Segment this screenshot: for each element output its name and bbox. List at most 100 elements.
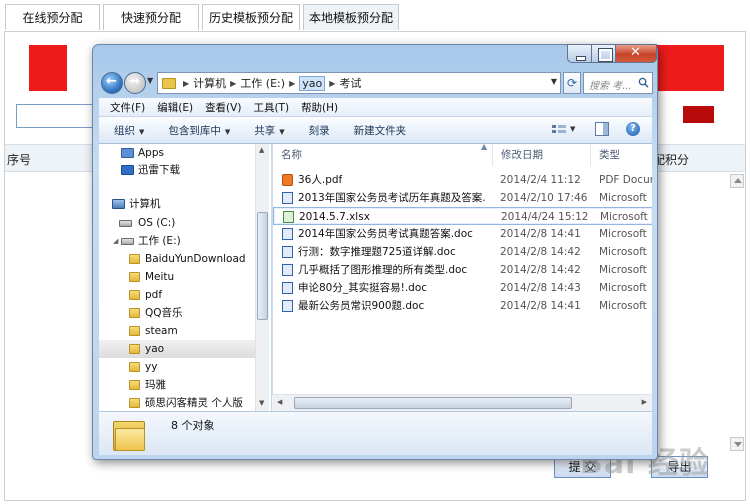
organize-button[interactable]: 组织 ▼ xyxy=(114,123,144,138)
nav-item-yy[interactable]: yy xyxy=(99,358,255,376)
breadcrumb-separator-icon[interactable]: ▶ xyxy=(289,79,295,88)
word-file-icon xyxy=(282,300,293,312)
include-in-library-button[interactable]: 包含到库中 ▼ xyxy=(168,123,230,138)
tab-online-allocation[interactable]: 在线预分配 xyxy=(5,4,100,30)
search-icon[interactable] xyxy=(638,77,649,88)
share-button[interactable]: 共享 ▼ xyxy=(254,123,284,138)
scroll-down-icon[interactable]: ▼ xyxy=(259,399,264,407)
file-row[interactable]: 2014年国家公务员考试真题答案.doc 2014/2/8 14:41 Micr… xyxy=(273,225,652,243)
pdf-file-icon xyxy=(282,174,293,186)
file-name: 36人.pdf xyxy=(298,174,343,186)
address-bar[interactable]: ▶ 计算机 ▶ 工作 (E:) ▶ yao ▶ 考试 ▼ xyxy=(157,72,561,94)
scroll-left-icon[interactable]: ◀ xyxy=(277,398,282,406)
nav-item-label: Apps xyxy=(138,147,164,159)
address-dropdown-icon[interactable]: ▼ xyxy=(551,77,557,86)
file-date: 2014/4/24 15:12 xyxy=(501,211,589,223)
menu-tools[interactable]: 工具(T) xyxy=(253,100,289,115)
nav-item-label: yao xyxy=(145,343,165,355)
dark-red-button[interactable] xyxy=(683,106,714,123)
share-label: 共享 xyxy=(254,124,276,137)
close-icon[interactable] xyxy=(615,44,657,63)
breadcrumb-separator-icon[interactable]: ▶ xyxy=(183,79,189,88)
word-file-icon xyxy=(282,246,293,258)
include-in-library-label: 包含到库中 xyxy=(168,124,221,137)
nav-item-steam[interactable]: steam xyxy=(99,322,255,340)
xunlei-icon xyxy=(121,165,134,175)
tab-quick-allocation[interactable]: 快速预分配 xyxy=(103,4,199,30)
search-input[interactable]: 搜索 考... xyxy=(583,72,653,94)
file-name: 2013年国家公务员考试历年真题及答案... xyxy=(298,192,486,204)
file-row[interactable]: 最新公务员常识900题.doc 2014/2/8 14:41 Microsoft xyxy=(273,297,652,315)
help-icon[interactable]: ? xyxy=(626,122,640,136)
nav-item-apps[interactable]: Apps xyxy=(99,144,255,162)
column-header-type[interactable]: 类型 xyxy=(591,144,652,166)
folder-icon xyxy=(129,308,140,318)
page-scroll-up-icon[interactable] xyxy=(730,174,744,188)
view-dropdown-icon[interactable]: ▼ xyxy=(570,125,575,133)
folder-front-shape xyxy=(115,428,145,451)
nav-item-label: Meitu xyxy=(145,271,175,283)
back-arrow-icon[interactable] xyxy=(101,72,123,94)
scroll-right-icon[interactable]: ▶ xyxy=(642,398,647,406)
nav-item-baiduyundownload[interactable]: BaiduYunDownload xyxy=(99,250,255,268)
nav-item-drive-c[interactable]: OS (C:) xyxy=(99,214,255,232)
file-name: 几乎概括了图形推理的所有类型.doc xyxy=(298,264,468,276)
breadcrumb-exam[interactable]: 考试 xyxy=(339,75,361,91)
breadcrumb-separator-icon[interactable]: ▶ xyxy=(329,79,335,88)
page-text-input[interactable] xyxy=(16,104,96,128)
nav-item-drive-e[interactable]: ◢ 工作 (E:) xyxy=(99,232,255,250)
breadcrumb-computer[interactable]: 计算机 xyxy=(193,75,226,91)
nav-item-label: 计算机 xyxy=(129,198,161,210)
menu-view[interactable]: 查看(V) xyxy=(205,100,241,115)
tab-history-template-allocation[interactable]: 历史模板预分配 xyxy=(202,4,300,30)
column-header-date[interactable]: 修改日期 xyxy=(493,144,591,166)
file-row[interactable]: 几乎概括了图形推理的所有类型.doc 2014/2/8 14:42 Micros… xyxy=(273,261,652,279)
column-header-score: 配积分 xyxy=(653,153,690,167)
file-row[interactable]: 行测：数字推理题725道详解.doc 2014/2/8 14:42 Micros… xyxy=(273,243,652,261)
minimize-icon[interactable] xyxy=(567,44,592,63)
forward-arrow-icon[interactable] xyxy=(124,72,146,94)
nav-item-sothink[interactable]: 硕思闪客精灵 个人版 xyxy=(99,394,255,411)
maximize-icon[interactable] xyxy=(591,44,616,63)
nav-item-xunlei-download[interactable]: 迅雷下载 xyxy=(99,161,255,179)
nav-item-pdf[interactable]: pdf xyxy=(99,286,255,304)
burn-button[interactable]: 刻录 xyxy=(309,123,330,138)
navigation-scrollbar-thumb[interactable] xyxy=(257,212,268,320)
folder-icon xyxy=(129,326,140,336)
menu-edit[interactable]: 编辑(E) xyxy=(157,100,193,115)
file-type: Microsoft xyxy=(599,228,647,240)
nav-item-qq-music[interactable]: QQ音乐 xyxy=(99,304,255,322)
preview-pane-icon[interactable] xyxy=(595,122,609,136)
new-folder-button[interactable]: 新建文件夹 xyxy=(354,123,407,138)
file-row[interactable]: 申论80分_其实挺容易!.doc 2014/2/8 14:43 Microsof… xyxy=(273,279,652,297)
page-scroll-down-icon[interactable] xyxy=(730,437,744,451)
nav-item-maya[interactable]: 玛雅 xyxy=(99,376,255,394)
file-row[interactable]: 2013年国家公务员考试历年真题及答案... 2014/2/10 17:46 M… xyxy=(273,189,652,207)
scroll-up-icon[interactable]: ▲ xyxy=(259,146,264,154)
history-dropdown-icon[interactable]: ▼ xyxy=(147,76,157,90)
word-file-icon xyxy=(282,192,293,204)
chevron-down-icon: ▼ xyxy=(139,127,145,136)
menu-file[interactable]: 文件(F) xyxy=(110,100,145,115)
tab-local-template-allocation[interactable]: 本地模板预分配 xyxy=(303,4,399,30)
file-list-horizontal-scrollbar[interactable]: ◀ ▶ xyxy=(272,394,652,411)
file-row-selected[interactable]: 2014.5.7.xlsx 2014/4/24 15:12 Microsoft xyxy=(273,207,652,225)
folder-icon xyxy=(129,398,140,408)
refresh-icon[interactable]: ⟳ xyxy=(563,72,581,94)
nav-item-computer[interactable]: 计算机 xyxy=(99,195,255,213)
breadcrumb-yao[interactable]: yao xyxy=(299,75,326,91)
view-options-icon[interactable] xyxy=(551,123,567,137)
nav-item-yao[interactable]: yao xyxy=(99,340,255,358)
expanded-arrow-icon[interactable]: ◢ xyxy=(113,232,118,250)
file-row[interactable]: 36人.pdf 2014/2/4 11:12 PDF Docum xyxy=(273,171,652,189)
column-header-name[interactable]: 名称 xyxy=(273,144,493,166)
drive-icon xyxy=(121,238,134,245)
nav-item-meitu[interactable]: Meitu xyxy=(99,268,255,286)
horizontal-scrollbar-thumb[interactable] xyxy=(294,397,572,409)
breadcrumb-drive-e[interactable]: 工作 (E:) xyxy=(240,75,285,91)
breadcrumb-separator-icon[interactable]: ▶ xyxy=(230,79,236,88)
navigation-scrollbar[interactable]: ▲ ▼ xyxy=(255,144,269,411)
menu-help[interactable]: 帮助(H) xyxy=(301,100,338,115)
excel-file-icon xyxy=(283,211,294,223)
file-date: 2014/2/8 14:42 xyxy=(500,246,581,258)
